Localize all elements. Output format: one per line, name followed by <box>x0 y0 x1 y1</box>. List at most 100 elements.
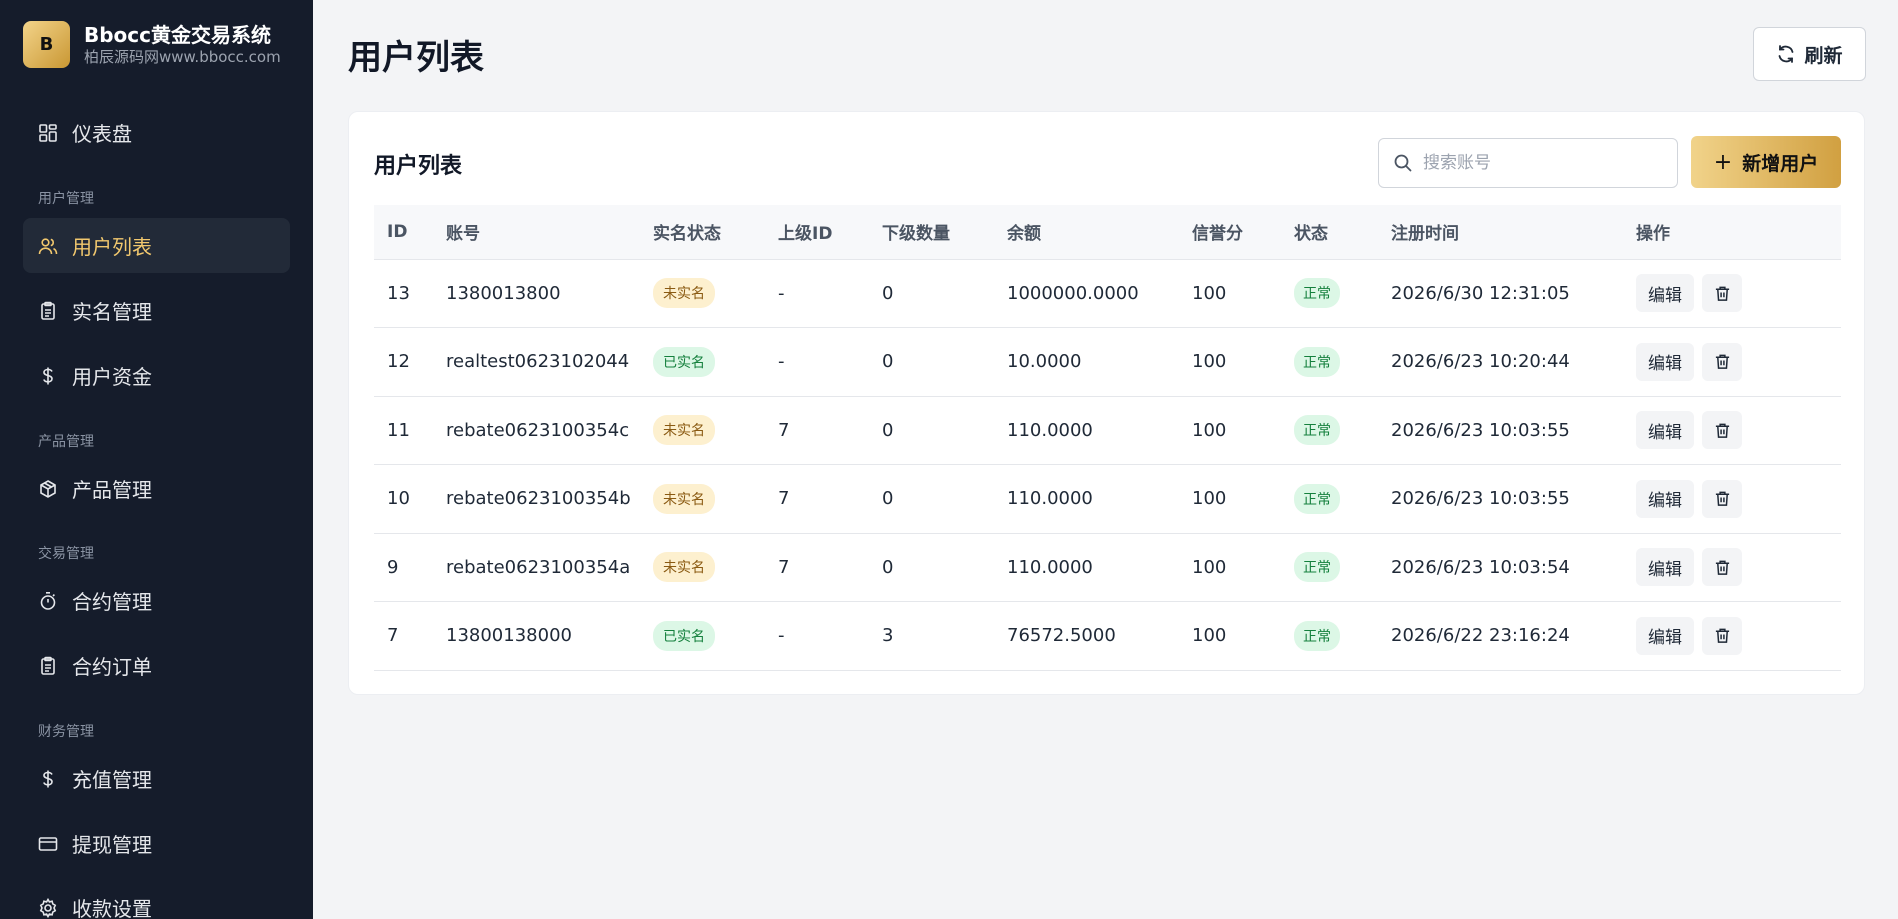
cell-children: 0 <box>869 396 994 465</box>
plus-icon: + <box>1713 149 1733 175</box>
table-header-row: ID 账号 实名状态 上级ID 下级数量 余额 信誉分 状态 注册时间 操作 <box>374 205 1841 260</box>
sidebar-item-payment-settings[interactable]: 收款设置 <box>23 880 290 919</box>
nav-group-product: 产品管理 <box>38 434 94 450</box>
sidebar-item-label: 合约管理 <box>72 590 152 614</box>
search-input[interactable] <box>1423 153 1663 173</box>
delete-button[interactable] <box>1702 274 1742 313</box>
col-header-id: ID <box>374 205 433 260</box>
clipboard-icon <box>38 301 58 321</box>
sidebar-item-label: 合约订单 <box>72 655 152 679</box>
sidebar-item-label: 仪表盘 <box>72 122 132 146</box>
cell-balance: 110.0000 <box>994 396 1179 465</box>
sidebar-item-kyc[interactable]: 实名管理 <box>23 283 290 338</box>
clipboard-icon <box>38 656 58 676</box>
delete-button[interactable] <box>1702 548 1742 587</box>
dashboard-icon <box>38 123 58 143</box>
status-badge: 正常 <box>1294 346 1340 377</box>
dollar-icon <box>38 769 58 789</box>
dollar-icon <box>38 366 58 386</box>
cell-credit: 100 <box>1179 533 1281 602</box>
users-icon <box>38 236 58 256</box>
sidebar-item-label: 提现管理 <box>72 833 152 857</box>
cell-children: 0 <box>869 464 994 534</box>
add-user-button[interactable]: + 新增用户 <box>1691 136 1841 188</box>
status-badge: 正常 <box>1294 552 1340 583</box>
box-icon <box>38 479 58 499</box>
col-header-children: 下级数量 <box>869 205 994 260</box>
delete-button[interactable] <box>1702 616 1742 655</box>
cell-registered: 2026/6/22 23:16:24 <box>1378 601 1623 671</box>
sidebar-item-dashboard[interactable]: 仪表盘 <box>23 105 290 160</box>
trash-icon <box>1715 560 1729 575</box>
kyc-badge: 已实名 <box>653 620 715 651</box>
sidebar-item-deposits[interactable]: 充值管理 <box>23 751 290 806</box>
col-header-actions: 操作 <box>1623 205 1841 260</box>
sidebar-item-label: 收款设置 <box>72 897 152 919</box>
table-row: 12 realtest0623102044 已实名 - 0 10.0000 10… <box>374 327 1841 397</box>
cell-children: 3 <box>869 601 994 671</box>
sidebar-item-label: 实名管理 <box>72 300 152 324</box>
edit-button[interactable]: 编辑 <box>1636 274 1694 313</box>
cell-id: 11 <box>374 396 433 465</box>
brand-logo: B <box>23 21 70 68</box>
cell-parent-id: 7 <box>765 396 869 465</box>
search-box <box>1378 138 1678 188</box>
cell-children: 0 <box>869 327 994 397</box>
edit-button[interactable]: 编辑 <box>1636 411 1694 450</box>
gear-icon <box>38 897 58 918</box>
col-header-status: 状态 <box>1281 205 1378 260</box>
cell-account: rebate0623100354b <box>433 464 640 534</box>
trash-icon <box>1715 423 1729 438</box>
status-badge: 正常 <box>1294 415 1340 446</box>
brand: B Bbocc黄金交易系统 柏辰源码网www.bbocc.com <box>23 21 281 68</box>
user-list-card: 用户列表 + 新增用户 ID 账号 实名状态 上级ID 下级数量 余额 信誉分 … <box>348 111 1865 695</box>
sidebar-item-products[interactable]: 产品管理 <box>23 461 290 516</box>
kyc-badge: 未实名 <box>653 278 715 309</box>
sidebar-item-label: 用户列表 <box>72 235 152 259</box>
sidebar-item-user-list[interactable]: 用户列表 <box>23 218 290 273</box>
sidebar-item-label: 用户资金 <box>72 365 152 389</box>
col-header-registered: 注册时间 <box>1378 205 1623 260</box>
cell-credit: 100 <box>1179 259 1281 328</box>
kyc-badge: 已实名 <box>653 346 715 377</box>
sidebar: B Bbocc黄金交易系统 柏辰源码网www.bbocc.com 仪表盘 用户管… <box>0 0 313 919</box>
cell-credit: 100 <box>1179 601 1281 671</box>
cell-account: rebate0623100354c <box>433 396 640 465</box>
cell-id: 9 <box>374 533 433 602</box>
table-row: 11 rebate0623100354c 未实名 7 0 110.0000 10… <box>374 396 1841 465</box>
trash-icon <box>1715 491 1729 507</box>
col-header-balance: 余额 <box>994 205 1179 260</box>
cell-credit: 100 <box>1179 327 1281 397</box>
cell-children: 0 <box>869 533 994 602</box>
cell-parent-id: - <box>765 327 869 397</box>
status-badge: 正常 <box>1294 278 1340 309</box>
cell-account: realtest0623102044 <box>433 327 640 397</box>
refresh-icon <box>1779 45 1794 63</box>
nav-group-user: 用户管理 <box>38 191 94 207</box>
cell-id: 7 <box>374 601 433 671</box>
cell-registered: 2026/6/23 10:03:55 <box>1378 464 1623 534</box>
edit-button[interactable]: 编辑 <box>1636 479 1694 518</box>
cell-account: 1380013800 <box>433 259 640 328</box>
cell-credit: 100 <box>1179 464 1281 534</box>
cell-id: 12 <box>374 327 433 397</box>
refresh-label: 刷新 <box>1804 44 1843 67</box>
edit-button[interactable]: 编辑 <box>1636 616 1694 655</box>
delete-button[interactable] <box>1702 479 1742 518</box>
sidebar-item-label: 充值管理 <box>72 768 152 792</box>
sidebar-item-contracts[interactable]: 合约管理 <box>23 573 290 628</box>
delete-button[interactable] <box>1702 411 1742 450</box>
cell-account: rebate0623100354a <box>433 533 640 602</box>
trash-icon <box>1715 286 1729 301</box>
cell-parent-id: 7 <box>765 464 869 534</box>
cell-parent-id: 7 <box>765 533 869 602</box>
refresh-button[interactable]: 刷新 <box>1753 27 1866 81</box>
sidebar-item-user-funds[interactable]: 用户资金 <box>23 348 290 403</box>
users-table: ID 账号 实名状态 上级ID 下级数量 余额 信誉分 状态 注册时间 操作 1… <box>374 205 1841 671</box>
status-badge: 正常 <box>1294 620 1340 651</box>
edit-button[interactable]: 编辑 <box>1636 342 1694 381</box>
delete-button[interactable] <box>1702 342 1742 381</box>
edit-button[interactable]: 编辑 <box>1636 548 1694 587</box>
sidebar-item-withdrawals[interactable]: 提现管理 <box>23 816 290 871</box>
sidebar-item-contract-orders[interactable]: 合约订单 <box>23 638 290 693</box>
